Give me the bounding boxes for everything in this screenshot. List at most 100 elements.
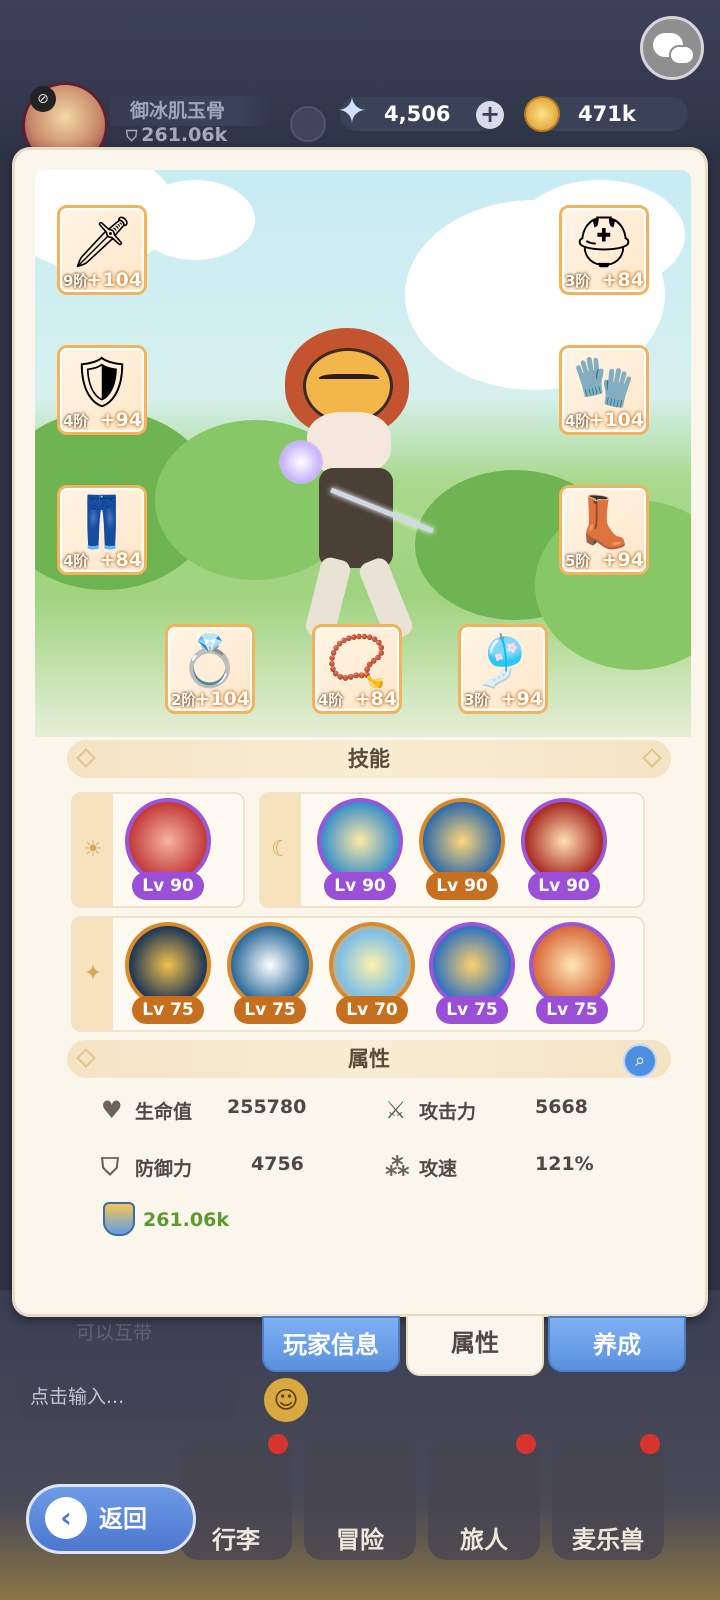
- player-name: 御冰肌玉骨: [110, 96, 270, 126]
- moon-icon: ☾: [261, 794, 301, 906]
- combat-power-icon: [103, 1202, 135, 1236]
- ring-icon: 💍: [178, 632, 242, 690]
- character-avatar: [267, 328, 457, 658]
- nav-label: 麦乐兽: [572, 1526, 644, 1554]
- skill-slot[interactable]: Lv 75: [125, 922, 211, 1026]
- diamond-ornament-icon: [76, 1048, 96, 1068]
- nav-label: 行李: [212, 1526, 260, 1554]
- diamond-ornament-icon: [642, 748, 662, 768]
- skill-slot[interactable]: Lv 75: [529, 922, 615, 1026]
- crossed-swords-icon: ⚔: [385, 1096, 407, 1124]
- equip-slot-helmet[interactable]: ⛑ 3阶 +84: [559, 205, 649, 295]
- chat-button[interactable]: [640, 16, 704, 80]
- stat-value: 121%: [535, 1153, 594, 1175]
- back-arrow-icon: ‹: [45, 1497, 87, 1539]
- gem-icon: ✦: [336, 91, 368, 132]
- equip-slot-weapon[interactable]: 🗡 9阶 +104: [57, 205, 147, 295]
- helmet-icon: ⛑: [572, 213, 636, 271]
- equip-bonus: +94: [601, 549, 644, 571]
- skill-level: Lv 90: [324, 872, 396, 900]
- skill-slot[interactable]: Lv 70: [329, 922, 415, 1026]
- nav-traveler[interactable]: 旅人: [428, 1434, 540, 1560]
- skill-slot[interactable]: Lv 75: [429, 922, 515, 1026]
- title-emblem-icon[interactable]: [290, 106, 326, 142]
- skill-level: Lv 90: [426, 872, 498, 900]
- equip-bonus: +104: [194, 688, 250, 710]
- equip-slot-gloves[interactable]: 🧤 4阶 +104: [559, 345, 649, 435]
- skill-level: Lv 70: [336, 996, 408, 1024]
- skill-level: Lv 75: [234, 996, 306, 1024]
- gem-count: 4,506: [384, 102, 451, 126]
- equip-bonus: +94: [99, 409, 142, 431]
- heart-icon: ♥: [101, 1096, 123, 1124]
- equip-slot-charm[interactable]: 🎐 3阶 +94: [458, 624, 548, 714]
- skill-group-moon: ☾ Lv 90 Lv 90 Lv 90: [259, 792, 645, 908]
- stat-attack: ⚔ 攻击力 5668: [385, 1096, 625, 1124]
- equip-tier: 5阶: [565, 552, 591, 570]
- necklace-icon: 📿: [325, 632, 389, 690]
- gold-coin-icon: [524, 96, 560, 132]
- sun-icon: ☀: [73, 794, 113, 906]
- tab-attributes[interactable]: 属性: [406, 1314, 544, 1376]
- equip-bonus: +84: [601, 269, 644, 291]
- nav-pet[interactable]: 麦乐兽: [552, 1434, 664, 1560]
- tab-develop[interactable]: 养成: [548, 1316, 686, 1372]
- charm-icon: 🎐: [471, 632, 535, 690]
- skill-group-star: ✦ Lv 75 Lv 75 Lv 70 Lv 75 Lv 75: [71, 916, 645, 1032]
- skill-group-sun: ☀ Lv 90: [71, 792, 245, 908]
- attribute-detail-button[interactable]: ⌕: [623, 1044, 657, 1078]
- back-label: 返回: [99, 1505, 147, 1533]
- nav-bag[interactable]: 行李: [180, 1434, 292, 1560]
- stat-defense: ⛉ 防御力 4756: [101, 1153, 341, 1181]
- stat-value: 5668: [535, 1096, 588, 1118]
- stat-hp: ♥ 生命值 255780: [101, 1096, 341, 1124]
- attributes-title: 属性: [348, 1047, 390, 1071]
- equip-slot-ring[interactable]: 💍 2阶 +104: [165, 624, 255, 714]
- equip-tier: 4阶: [63, 552, 89, 570]
- notification-dot: [268, 1434, 288, 1454]
- attributes-header: 属性: [67, 1040, 671, 1078]
- speed-nodes-icon: ⁂: [385, 1153, 410, 1181]
- equip-tier: 4阶: [565, 412, 591, 430]
- equip-slot-pants[interactable]: 👖 4阶 +84: [57, 485, 147, 575]
- equip-slot-necklace[interactable]: 📿 4阶 +84: [312, 624, 402, 714]
- skill-slot[interactable]: Lv 75: [227, 922, 313, 1026]
- stat-label: 攻速: [419, 1158, 458, 1180]
- equip-slot-boots[interactable]: 👢 5阶 +94: [559, 485, 649, 575]
- equip-tier: 3阶: [464, 691, 490, 709]
- badge-icon: ⊘: [30, 86, 56, 112]
- equip-bonus: +94: [500, 688, 543, 710]
- player-power: ⛉ 261.06k: [126, 124, 227, 146]
- stat-value: 255780: [227, 1096, 307, 1118]
- equip-tier: 9阶: [63, 272, 89, 290]
- nav-label: 旅人: [460, 1526, 508, 1554]
- cloud: [135, 180, 255, 260]
- skill-slot[interactable]: Lv 90: [125, 798, 211, 902]
- add-gems-button[interactable]: +: [476, 101, 504, 129]
- chat-input[interactable]: 点击输入...: [20, 1374, 236, 1420]
- equip-bonus: +104: [86, 269, 142, 291]
- stat-label: 防御力: [135, 1158, 193, 1180]
- stat-label: 生命值: [135, 1101, 193, 1123]
- boots-icon: 👢: [572, 493, 636, 551]
- chat-bubble-icon-secondary: [669, 45, 695, 65]
- notification-dot: [640, 1434, 660, 1454]
- equip-slot-armor[interactable]: 🛡 4阶 +94: [57, 345, 147, 435]
- skills-title: 技能: [348, 747, 390, 771]
- skill-slot[interactable]: Lv 90: [317, 798, 403, 902]
- tab-player-info[interactable]: 玩家信息: [262, 1316, 400, 1372]
- stat-value: 4756: [251, 1153, 304, 1175]
- nav-adventure[interactable]: 冒险: [304, 1440, 416, 1560]
- skill-slot[interactable]: Lv 90: [419, 798, 505, 902]
- diamond-ornament-icon: [76, 748, 96, 768]
- skill-level: Lv 90: [528, 872, 600, 900]
- skills-header: 技能: [67, 740, 671, 778]
- emoji-button[interactable]: ☺: [264, 1378, 308, 1422]
- stat-label: 攻击力: [419, 1101, 477, 1123]
- chat-snippet: 可以互带: [76, 1322, 153, 1344]
- back-button[interactable]: ‹ 返回: [26, 1484, 196, 1554]
- gloves-icon: 🧤: [572, 353, 636, 411]
- sword-icon: 🗡: [70, 213, 134, 271]
- character-panel: 🗡 9阶 +104 ⛑ 3阶 +84 🛡 4阶 +94 🧤 4阶 +104 👖 …: [12, 147, 708, 1317]
- skill-slot[interactable]: Lv 90: [521, 798, 607, 902]
